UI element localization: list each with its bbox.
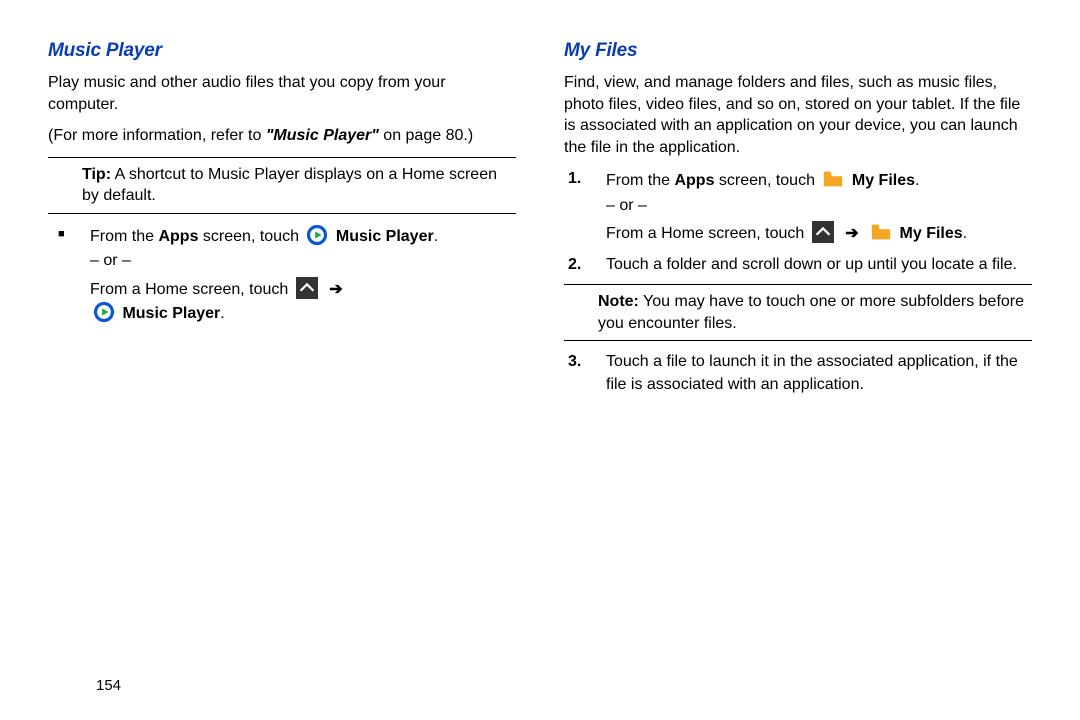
ref-post: on page 80.)	[379, 127, 473, 144]
rule	[48, 213, 516, 214]
period: .	[220, 305, 224, 322]
music-player-steps: From the Apps screen, touch Music Player…	[48, 224, 516, 326]
t: From the	[606, 172, 674, 189]
my-files-steps-cont: 3. Touch a file to launch it in the asso…	[564, 351, 1032, 396]
bullet-item: From the Apps screen, touch Music Player…	[48, 224, 516, 326]
bullet-body: From the Apps screen, touch Music Player…	[90, 224, 516, 326]
music-player-ref: (For more information, refer to "Music P…	[48, 125, 516, 147]
music-player-icon	[93, 301, 115, 323]
ref-link: "Music Player"	[266, 127, 379, 144]
app-label: My Files	[852, 172, 915, 189]
or-line: – or –	[90, 250, 516, 272]
ref-pre: (For more information, refer to	[48, 127, 266, 144]
step-number: 3.	[564, 351, 606, 396]
my-files-desc: Find, view, and manage folders and files…	[564, 72, 1032, 158]
apps-up-icon	[296, 277, 318, 299]
folder-icon	[822, 168, 844, 190]
step-2: 2. Touch a folder and scroll down or up …	[564, 254, 1032, 276]
square-bullet-icon	[48, 224, 90, 326]
apps-up-icon	[812, 221, 834, 243]
folder-icon	[870, 221, 892, 243]
rule	[564, 284, 1032, 285]
tip-body: A shortcut to Music Player displays on a…	[82, 166, 497, 205]
or-line: – or –	[606, 195, 1032, 217]
page-number: 154	[96, 677, 121, 694]
tip-block: Tip: A shortcut to Music Player displays…	[48, 164, 516, 207]
left-column: Music Player Play music and other audio …	[48, 40, 516, 404]
arrow-icon: ➔	[841, 225, 862, 242]
rule	[48, 157, 516, 158]
step-number: 1.	[564, 168, 606, 245]
note-body: You may have to touch one or more subfol…	[598, 293, 1024, 332]
arrow-icon: ➔	[325, 281, 346, 298]
note-lead: Note:	[598, 293, 639, 310]
apps-label: Apps	[674, 172, 714, 189]
heading-my-files: My Files	[564, 40, 1032, 62]
t: screen, touch	[198, 228, 303, 245]
tip-lead: Tip:	[82, 166, 111, 183]
period: .	[915, 172, 919, 189]
heading-music-player: Music Player	[48, 40, 516, 62]
music-player-desc: Play music and other audio files that yo…	[48, 72, 516, 115]
t: From a Home screen, touch	[606, 225, 809, 242]
step-body: Touch a file to launch it in the associa…	[606, 351, 1032, 396]
rule	[564, 340, 1032, 341]
manual-page: Music Player Play music and other audio …	[0, 0, 1080, 404]
t: screen, touch	[714, 172, 819, 189]
t: From a Home screen, touch	[90, 281, 293, 298]
period: .	[963, 225, 967, 242]
right-column: My Files Find, view, and manage folders …	[564, 40, 1032, 404]
step-body: Touch a folder and scroll down or up unt…	[606, 254, 1032, 276]
app-label: Music Player	[336, 228, 434, 245]
period: .	[434, 228, 438, 245]
music-player-icon	[306, 224, 328, 246]
step-body: From the Apps screen, touch My Files. – …	[606, 168, 1032, 245]
step-3: 3. Touch a file to launch it in the asso…	[564, 351, 1032, 396]
t: From the	[90, 228, 158, 245]
step-number: 2.	[564, 254, 606, 276]
step-1: 1. From the Apps screen, touch My Files.…	[564, 168, 1032, 245]
my-files-steps: 1. From the Apps screen, touch My Files.…	[564, 168, 1032, 276]
note-block: Note: You may have to touch one or more …	[564, 291, 1032, 334]
app-label: Music Player	[122, 305, 220, 322]
apps-label: Apps	[158, 228, 198, 245]
app-label: My Files	[900, 225, 963, 242]
